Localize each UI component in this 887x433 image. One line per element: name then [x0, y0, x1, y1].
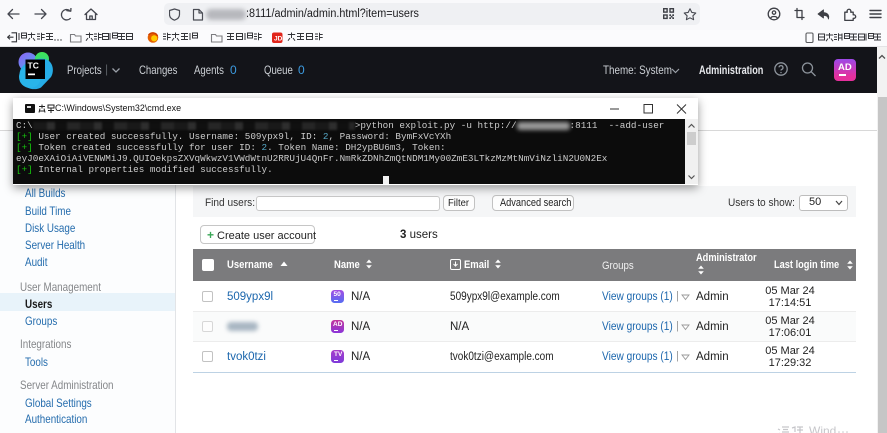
- svg-text:JD: JD: [274, 35, 283, 42]
- svg-text:Wind: Wind: [809, 426, 836, 433]
- svg-text:TC: TC: [28, 61, 39, 71]
